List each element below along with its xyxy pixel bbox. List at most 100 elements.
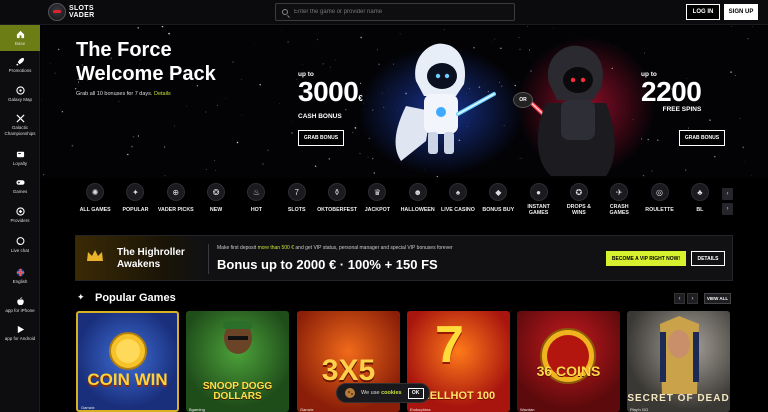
sidebar-item-games[interactable]: Games: [0, 178, 40, 195]
hero-details-link[interactable]: Details: [154, 91, 171, 97]
category-popular[interactable]: ✦ POPULAR: [115, 180, 155, 222]
category-roulette[interactable]: ◎ ROULETTE: [639, 180, 679, 222]
category-vader-picks[interactable]: ⊕ VADER PICKS: [156, 180, 196, 222]
view-all-button[interactable]: VIEW ALL: [704, 293, 731, 304]
category-label: CRASH GAMES: [609, 204, 629, 216]
grab-bonus-cash-button[interactable]: GRAB BONUS: [298, 130, 344, 146]
vader-helmet-icon: [48, 3, 66, 21]
cookie-link[interactable]: cookies: [381, 390, 401, 396]
hero-subtitle-text: Grab all 10 bonuses for 7 days.: [76, 91, 153, 97]
grab-bonus-spins-button[interactable]: GRAB BONUS: [679, 130, 725, 146]
game-tile-secret-of-dead[interactable]: SECRET OF DEAD Play'n GO: [627, 311, 730, 412]
sidebar-item-base[interactable]: Base: [0, 25, 40, 51]
category-icon: ♣: [690, 183, 709, 201]
star: [259, 83, 262, 86]
category-live-casino[interactable]: ♠ LIVE CASINO: [438, 180, 478, 222]
star: [328, 158, 331, 160]
star: [750, 175, 752, 176]
or-badge: OR: [513, 92, 533, 108]
category-label: POPULAR: [122, 207, 149, 213]
loyalty-icon: [16, 150, 25, 159]
category-label: LIVE CASINO: [441, 207, 475, 213]
category-slots[interactable]: 7 SLOTS: [277, 180, 317, 222]
star: [137, 27, 139, 29]
game-tile-coin-win[interactable]: COIN WIN Gamzix: [76, 311, 179, 412]
offer-amount-value: 3000: [298, 76, 359, 107]
category-label: HALLOWEEN: [400, 207, 435, 213]
apple-icon: [16, 297, 25, 306]
star: [322, 63, 324, 65]
sidebar-item-app-android[interactable]: app for Android: [0, 325, 40, 342]
gamepad-icon: [15, 178, 25, 187]
sidebar-item-label: Galactic Championships: [4, 125, 36, 136]
star: [527, 26, 528, 27]
category-oktoberfest[interactable]: ⚱ OKTOBERFEST: [317, 180, 357, 222]
sidebar-item-label: Loyalty: [12, 161, 28, 166]
star: [399, 33, 401, 35]
star: [131, 145, 133, 148]
hero-title-line-1: The Force: [76, 39, 172, 61]
popular-next-arrow[interactable]: ›: [687, 293, 698, 304]
sidebar-item-providers[interactable]: Providers: [0, 207, 40, 224]
sidebar-item-language[interactable]: English: [0, 268, 40, 285]
category-icon: 7: [287, 183, 306, 201]
become-vip-button[interactable]: BECOME A VIP RIGHT NOW!: [606, 251, 686, 266]
star: [752, 26, 753, 28]
crown-icon: [87, 250, 103, 261]
white-warrior-illustration: [395, 43, 496, 161]
signup-button[interactable]: SIGN UP: [724, 4, 758, 20]
star: [552, 27, 554, 29]
category-jackpot[interactable]: ♛ JACKPOT: [357, 180, 397, 222]
category-new[interactable]: ❂ NEW: [196, 180, 236, 222]
star: [232, 61, 234, 63]
category-hot[interactable]: ♨ HOT: [236, 180, 276, 222]
star: [314, 165, 317, 167]
category-icon: ●: [529, 183, 548, 201]
star: [61, 111, 64, 113]
category-label: SLOTS: [287, 207, 306, 213]
category-icon: ◎: [650, 183, 669, 201]
category-label: DROPS & WINS: [566, 204, 591, 216]
sidebar-item-live-chat[interactable]: Live chat: [0, 237, 40, 254]
promo-text-after: and get VIP status, personal manager and…: [295, 245, 453, 251]
providers-icon: [15, 207, 25, 216]
sidebar-item-label: Promotions: [8, 68, 32, 73]
cookie-ok-button[interactable]: OK: [407, 387, 424, 399]
hero-title: The Force Welcome Pack: [76, 38, 216, 86]
sidebar-item-loyalty[interactable]: Loyalty: [0, 150, 40, 167]
search-icon: [282, 9, 288, 15]
search-box[interactable]: [275, 3, 515, 21]
promo-description: Make first deposit more than 500 € and g…: [217, 245, 453, 251]
category-instant-games[interactable]: ● INSTANT GAMES: [518, 180, 558, 222]
star: [58, 48, 60, 51]
popular-star-icon: ✦: [77, 292, 85, 302]
sidebar-item-galaxy-map[interactable]: Galaxy Map: [0, 86, 40, 103]
promo-details-button[interactable]: DETAILS: [691, 251, 725, 266]
logo-line-2: VADER: [69, 12, 95, 19]
category-drops-wins[interactable]: ✪ DROPS & WINS: [559, 180, 599, 222]
star: [685, 169, 687, 171]
sidebar-item-galactic-championships[interactable]: Galactic Championships: [0, 114, 40, 136]
sidebar-item-label: English: [12, 279, 28, 284]
logo[interactable]: SLOTS VADER: [48, 3, 94, 21]
category-crash-games[interactable]: ✈ CRASH GAMES: [599, 180, 639, 222]
sidebar-item-app-iphone[interactable]: app for iPhone: [0, 297, 40, 314]
hero-banner[interactable]: The Force Welcome Pack Grab all 10 bonus…: [41, 26, 768, 178]
sidebar-item-promotions[interactable]: Promotions: [0, 57, 40, 74]
offer-caption: FREE SPINS: [662, 106, 702, 113]
category-prev-arrow[interactable]: ‹: [722, 188, 733, 200]
category-halloween[interactable]: ☻ HALLOWEEN: [398, 180, 438, 222]
login-button[interactable]: LOG IN: [686, 4, 720, 20]
search-input[interactable]: [294, 9, 494, 15]
category-icon: ♛: [368, 183, 387, 201]
hero-subtitle: Grab all 10 bonuses for 7 days. Details: [76, 91, 171, 97]
category-label: OKTOBERFEST: [317, 207, 357, 213]
popular-prev-arrow[interactable]: ‹: [674, 293, 685, 304]
game-tile-snoop-dogg-dollars[interactable]: SNOOP DOGG DOLLARS Bgaming: [186, 311, 289, 412]
game-tile-36-coins[interactable]: 36 COINS Wazdan: [517, 311, 620, 412]
category-next-arrow[interactable]: ›: [722, 203, 733, 215]
category-all-games[interactable]: ✺ ALL GAMES: [75, 180, 115, 222]
category-icon: ⚱: [328, 183, 347, 201]
category-bl[interactable]: ♣ BL: [680, 180, 720, 222]
category-bonus-buy[interactable]: ◆ BONUS BUY: [478, 180, 518, 222]
